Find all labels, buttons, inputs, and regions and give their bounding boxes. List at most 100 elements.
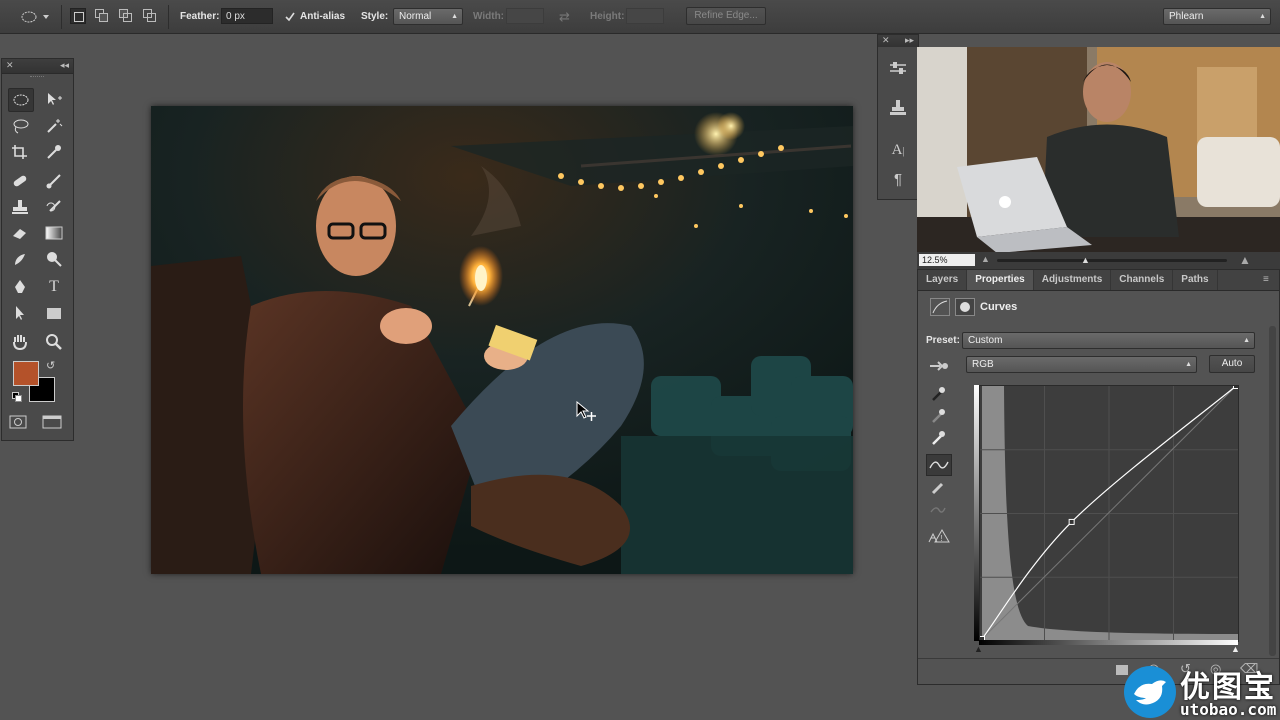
move-tool[interactable] — [42, 88, 66, 110]
lasso-tool[interactable] — [8, 115, 32, 137]
curve-plot[interactable] — [979, 383, 1239, 642]
eraser-tool[interactable] — [8, 222, 32, 244]
antialias-checkbox[interactable] — [284, 0, 296, 33]
magnifier-icon — [46, 334, 62, 350]
eyedropper-tool[interactable] — [42, 141, 66, 163]
black-point-eyedropper-icon[interactable] — [930, 386, 946, 405]
paragraph-panel-icon[interactable]: ¶ — [886, 171, 910, 193]
swap-dimensions-icon[interactable]: ⇄ — [559, 0, 570, 33]
antialias-label: Anti-alias — [300, 11, 346, 22]
instructor-video — [917, 47, 1280, 253]
add-to-selection-icon[interactable] — [94, 8, 110, 24]
path-selection-tool[interactable] — [8, 302, 32, 324]
history-brush-icon — [46, 200, 61, 212]
new-selection-icon[interactable] — [70, 8, 86, 24]
properties-title: Curves — [980, 301, 1018, 313]
default-colors-icon[interactable] — [12, 392, 22, 402]
curves-graph[interactable] — [979, 383, 1239, 642]
style-dropdown[interactable]: Normal ▲ — [393, 8, 463, 25]
cursor-icon — [576, 401, 596, 421]
expand-icon[interactable]: ▸▸ — [905, 35, 914, 46]
foreground-color-swatch[interactable] — [13, 361, 39, 386]
collapse-icon[interactable]: ◂◂ — [60, 60, 69, 71]
gray-point-eyedropper-icon[interactable] — [930, 408, 946, 427]
swap-colors-icon[interactable]: ↺ — [46, 359, 55, 372]
brush-tool[interactable] — [42, 170, 66, 192]
curves-adjustment-icon[interactable] — [930, 298, 950, 316]
quick-mask-button[interactable] — [6, 411, 30, 433]
close-icon[interactable]: ✕ — [6, 60, 14, 71]
width-input[interactable] — [506, 8, 544, 24]
crop-icon — [12, 145, 27, 159]
screen-mode-button[interactable] — [40, 411, 64, 433]
panel-dock: ✕ ▸▸ A| ¶ — [877, 34, 919, 200]
magic-wand-tool[interactable] — [42, 115, 66, 137]
panel-tabs: Layers Properties Adjustments Channels P… — [918, 270, 1279, 291]
subtract-from-selection-icon[interactable] — [118, 8, 134, 24]
rectangle-tool[interactable] — [42, 302, 66, 324]
output-gradient-bar — [974, 385, 979, 641]
hand-tool[interactable] — [8, 331, 32, 353]
clipping-warning-icon[interactable]: ! — [928, 528, 950, 547]
path-selection-arrow-icon — [16, 306, 24, 320]
rectangle-icon — [47, 308, 61, 319]
tab-channels[interactable]: Channels — [1111, 270, 1174, 290]
curve-control-point[interactable] — [1068, 518, 1075, 525]
zoom-slider[interactable] — [997, 259, 1227, 262]
gradient-tool[interactable] — [42, 222, 66, 244]
refine-edge-button[interactable]: Refine Edge... — [686, 7, 766, 25]
character-panel-icon[interactable]: A| — [886, 142, 910, 164]
tab-adjustments[interactable]: Adjustments — [1034, 270, 1112, 290]
dodge-tool[interactable] — [42, 248, 66, 270]
panel-menu-icon[interactable]: ≡ — [1263, 270, 1279, 290]
zoom-in-icon[interactable]: ▲ — [1239, 253, 1251, 267]
magic-wand-icon — [47, 119, 63, 133]
black-input-slider[interactable]: ▲ — [974, 644, 983, 654]
smooth-curve-icon[interactable] — [930, 502, 946, 521]
ellipse-icon — [13, 94, 29, 106]
feather-input[interactable]: 0 px — [221, 8, 273, 24]
channel-dropdown[interactable]: RGB ▲ — [966, 356, 1197, 373]
clone-stamp-tool[interactable] — [8, 196, 32, 218]
style-label: Style: — [361, 11, 389, 22]
elliptical-marquee-tool[interactable] — [8, 88, 34, 112]
smudge-icon — [15, 254, 25, 265]
zoom-out-icon[interactable]: ▲ — [981, 254, 990, 264]
smudge-tool[interactable] — [8, 248, 32, 270]
intersect-selection-icon[interactable] — [142, 8, 158, 24]
healing-brush-tool[interactable] — [8, 170, 32, 192]
navigator-strip: 12.5% ▲ ▲ ▲ — [917, 252, 1280, 270]
width-label: Width: — [473, 11, 505, 22]
document-canvas[interactable] — [151, 106, 853, 574]
white-input-slider[interactable]: ▲ — [1231, 644, 1240, 654]
adjustments-panel-icon[interactable] — [886, 61, 910, 83]
zoom-slider-handle[interactable]: ▲ — [1081, 255, 1090, 265]
pencil-draw-curve-icon[interactable] — [930, 480, 946, 499]
history-brush-tool[interactable] — [42, 196, 66, 218]
tab-layers[interactable]: Layers — [918, 270, 968, 290]
pen-tool[interactable] — [8, 276, 32, 298]
crop-tool[interactable] — [8, 141, 32, 163]
zoom-field[interactable]: 12.5% — [919, 254, 975, 266]
layer-mask-icon[interactable] — [955, 298, 975, 316]
curve-points-tool-icon[interactable] — [926, 454, 952, 476]
targeted-adjustment-icon[interactable] — [928, 358, 950, 374]
elliptical-marquee-preset-icon[interactable] — [20, 0, 50, 33]
tools-panel-header[interactable]: ✕ ◂◂ — [2, 59, 73, 74]
eyedropper-icon — [47, 145, 61, 159]
curve-control-point[interactable] — [1233, 383, 1239, 389]
white-point-eyedropper-icon[interactable] — [930, 430, 946, 449]
type-tool[interactable]: T — [42, 276, 66, 298]
close-icon[interactable]: ✕ — [882, 35, 890, 46]
preset-dropdown[interactable]: Custom ▲ — [962, 332, 1255, 349]
tab-properties[interactable]: Properties — [967, 270, 1034, 290]
zoom-tool[interactable] — [42, 331, 66, 353]
tab-paths[interactable]: Paths — [1173, 270, 1218, 290]
clone-source-panel-icon[interactable] — [886, 99, 910, 121]
panel-scrollbar[interactable] — [1269, 326, 1276, 656]
workspace-dropdown[interactable]: Phlearn ▲ — [1163, 8, 1271, 25]
height-input[interactable] — [626, 8, 664, 24]
quick-mask-icon — [9, 415, 27, 429]
style-value: Normal — [399, 11, 432, 22]
auto-button[interactable]: Auto — [1209, 355, 1255, 373]
